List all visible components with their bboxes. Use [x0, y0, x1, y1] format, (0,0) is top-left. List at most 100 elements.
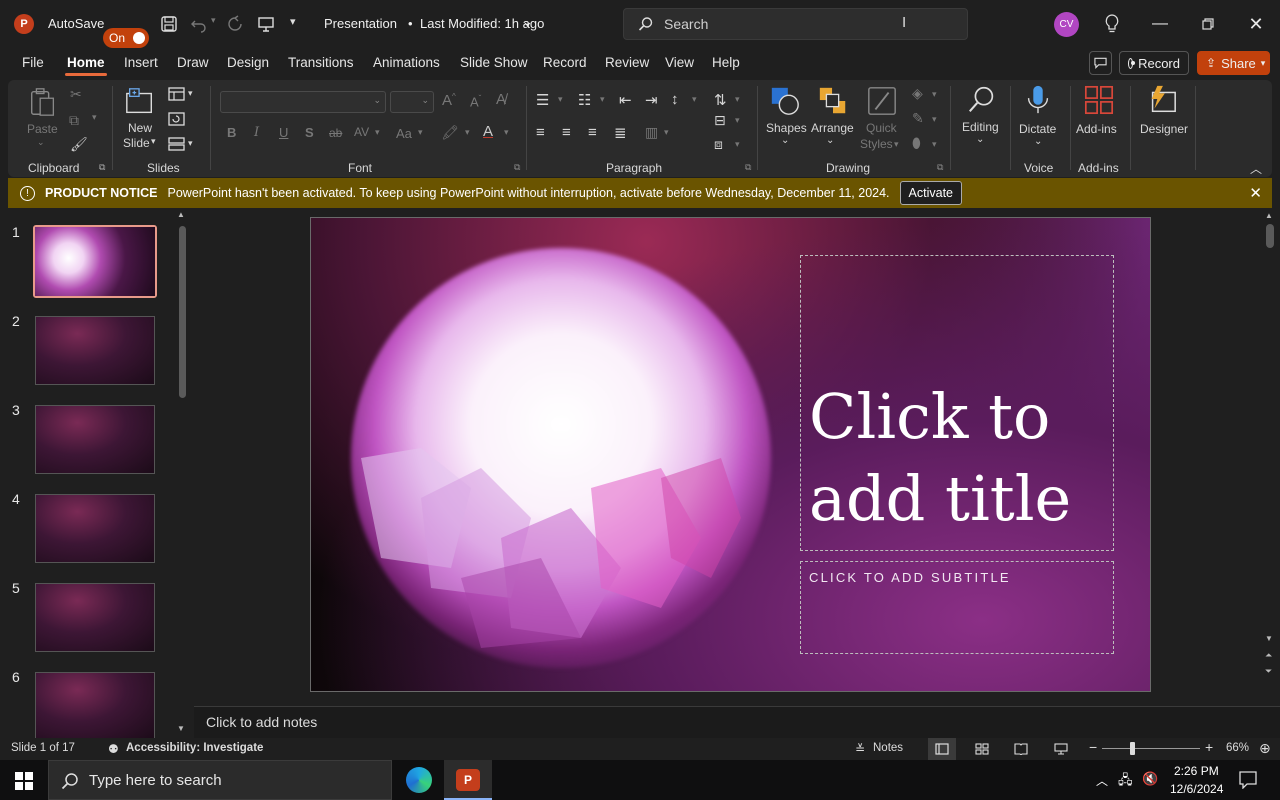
section-dropdown-icon[interactable]: ▾ — [188, 138, 193, 149]
strikethrough-icon[interactable]: ab — [329, 126, 342, 140]
zoom-level[interactable]: 66% — [1226, 742, 1249, 754]
columns-dropdown-icon[interactable]: ▾ — [664, 127, 669, 138]
clock-date[interactable]: 12/6/2024 — [1170, 782, 1223, 796]
tab-record[interactable]: Record — [543, 55, 587, 70]
arrange-dropdown-icon[interactable]: ⌄ — [826, 135, 834, 146]
character-spacing-icon[interactable]: AV — [354, 125, 369, 139]
line-spacing-dropdown-icon[interactable]: ▾ — [692, 94, 697, 105]
designer-label[interactable]: Designer — [1140, 122, 1188, 136]
present-from-beginning-icon[interactable] — [257, 15, 275, 33]
undo-dropdown-icon[interactable]: ▾ — [211, 15, 216, 26]
notifications-icon[interactable] — [1239, 771, 1257, 789]
editing-label[interactable]: Editing — [962, 120, 999, 134]
subtitle-placeholder[interactable]: CLICK TO ADD SUBTITLE — [800, 561, 1114, 654]
tab-design[interactable]: Design — [227, 55, 269, 70]
font-family-select[interactable]: ⌄ — [220, 91, 386, 113]
slide-thumbnail-2[interactable] — [35, 316, 155, 385]
lightbulb-icon[interactable] — [1104, 14, 1120, 34]
previous-slide-icon[interactable]: ⏶ — [1265, 650, 1272, 661]
smartart-icon[interactable]: ⧈ — [714, 136, 723, 153]
tab-transitions[interactable]: Transitions — [288, 55, 354, 70]
add-ins-button-label[interactable]: Add-ins — [1076, 122, 1117, 136]
normal-view-button[interactable] — [928, 738, 956, 760]
decrease-font-size-icon[interactable]: Aˇ — [470, 94, 481, 109]
paste-label[interactable]: Paste — [27, 122, 58, 136]
customize-toolbar-icon[interactable]: ▾ — [290, 15, 296, 28]
underline-icon[interactable]: U — [279, 125, 288, 140]
reset-icon[interactable] — [168, 112, 186, 126]
highlight-dropdown-icon[interactable]: ▾ — [465, 127, 470, 138]
zoom-in-icon[interactable]: + — [1205, 739, 1213, 755]
line-spacing-icon[interactable]: ↕ — [671, 91, 679, 108]
quick-styles-label-1[interactable]: Quick — [866, 121, 897, 135]
shape-effects-dropdown-icon[interactable]: ▾ — [932, 139, 937, 150]
character-spacing-dropdown-icon[interactable]: ▾ — [375, 127, 380, 138]
cut-icon[interactable]: ✂ — [70, 86, 82, 103]
change-case-icon[interactable]: Aa — [396, 126, 412, 141]
slide-show-icon[interactable] — [1054, 743, 1068, 755]
close-button[interactable]: ✕ — [1241, 10, 1271, 38]
shape-fill-dropdown-icon[interactable]: ▾ — [932, 89, 937, 100]
change-case-dropdown-icon[interactable]: ▾ — [418, 127, 423, 138]
shape-effects-icon[interactable]: ⬮ — [912, 135, 921, 152]
section-icon[interactable] — [168, 137, 186, 151]
microphone-icon[interactable] — [1021, 84, 1055, 116]
highlight-icon[interactable]: 🖍 — [441, 124, 459, 141]
dictate-label[interactable]: Dictate — [1019, 122, 1056, 136]
align-right-icon[interactable]: ≡ — [588, 124, 597, 141]
numbering-dropdown-icon[interactable]: ▾ — [600, 94, 605, 105]
format-painter-icon[interactable]: 🖌 — [70, 136, 88, 153]
tab-slide-show[interactable]: Slide Show — [460, 55, 528, 70]
next-slide-icon[interactable]: ⏷ — [1265, 666, 1272, 677]
align-center-icon[interactable]: ≡ — [562, 124, 571, 141]
network-icon[interactable]: 🖧 — [1118, 771, 1133, 793]
new-slide-icon[interactable] — [123, 86, 157, 118]
comments-button[interactable] — [1089, 51, 1112, 75]
add-ins-icon[interactable] — [1082, 84, 1116, 116]
tab-review[interactable]: Review — [605, 55, 649, 70]
activate-button[interactable]: Activate — [899, 181, 963, 205]
title-placeholder[interactable]: Click to add title — [800, 255, 1114, 551]
tab-animations[interactable]: Animations — [373, 55, 440, 70]
redo-icon[interactable] — [226, 15, 244, 33]
editing-dropdown-icon[interactable]: ⌄ — [976, 134, 984, 145]
new-slide-dropdown-icon[interactable]: ▾ — [151, 136, 156, 147]
close-icon[interactable]: ✕ — [1249, 184, 1262, 202]
align-text-icon[interactable]: ⊟ — [714, 112, 726, 129]
new-slide-label-2[interactable]: Slide — [123, 136, 150, 150]
align-left-icon[interactable]: ≡ — [536, 124, 545, 141]
scroll-up-icon[interactable]: ▲ — [1265, 211, 1273, 220]
copy-icon[interactable]: ⧉ — [69, 112, 79, 129]
quick-styles-icon[interactable] — [865, 85, 899, 117]
undo-icon[interactable] — [190, 15, 208, 33]
tab-draw[interactable]: Draw — [177, 55, 209, 70]
save-icon[interactable] — [160, 15, 178, 33]
taskbar-powerpoint-button[interactable]: P — [444, 760, 492, 800]
zoom-out-icon[interactable]: − — [1089, 739, 1097, 755]
shape-fill-icon[interactable]: ◈ — [912, 85, 923, 102]
show-hidden-icons-icon[interactable]: ︿ — [1096, 772, 1108, 789]
tab-home[interactable]: Home — [65, 55, 107, 76]
text-direction-dropdown-icon[interactable]: ▾ — [735, 94, 740, 105]
chevron-down-icon[interactable]: ⌄ — [522, 14, 533, 30]
windows-start-icon[interactable] — [15, 772, 33, 790]
increase-font-size-icon[interactable]: A^ — [442, 92, 456, 109]
dialog-launcher-icon[interactable]: ⧉ — [99, 162, 105, 173]
slide-sorter-icon[interactable] — [975, 743, 989, 755]
accessibility-status[interactable]: Accessibility: Investigate — [126, 742, 263, 754]
font-color-dropdown-icon[interactable]: ▾ — [504, 127, 509, 138]
collapse-ribbon-icon[interactable]: ︿ — [1250, 160, 1262, 177]
scroll-down-icon[interactable]: ▼ — [1265, 634, 1273, 643]
dialog-launcher-icon[interactable]: ⧉ — [745, 162, 751, 173]
paste-icon[interactable] — [26, 86, 60, 118]
scroll-down-icon[interactable]: ▼ — [177, 724, 185, 733]
notes-pane[interactable]: Click to add notes — [194, 706, 1280, 738]
shapes-icon[interactable] — [768, 85, 802, 117]
scrollbar-thumb[interactable] — [1266, 224, 1274, 248]
shape-outline-dropdown-icon[interactable]: ▾ — [932, 114, 937, 125]
edge-browser-icon[interactable] — [406, 767, 432, 793]
volume-muted-icon[interactable]: 🔇 — [1142, 771, 1158, 787]
text-shadow-icon[interactable]: S — [305, 125, 314, 140]
search-input[interactable]: Search I — [623, 8, 968, 40]
taskbar-search-input[interactable]: Type here to search — [48, 760, 392, 800]
